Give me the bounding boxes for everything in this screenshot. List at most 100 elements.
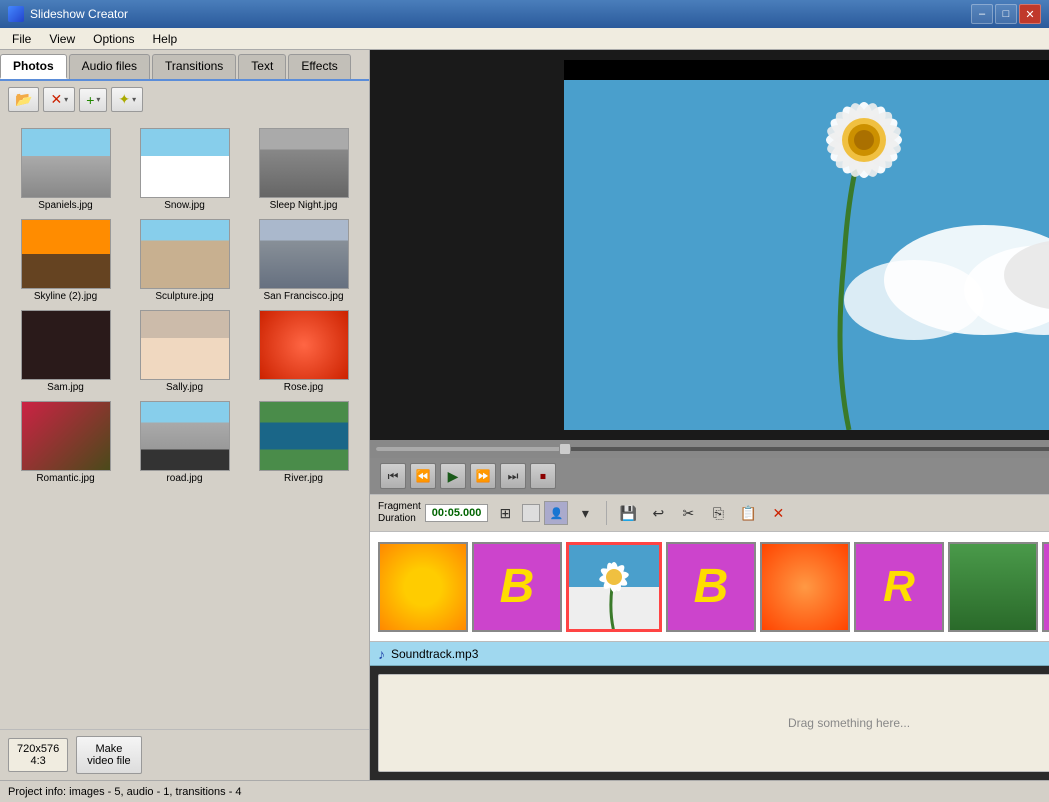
tabs: Photos Audio files Transitions Text Effe…	[0, 50, 369, 81]
photo-thumb	[140, 310, 230, 380]
photo-thumb	[259, 401, 349, 471]
list-item[interactable]: River.jpg	[246, 399, 361, 486]
photo-label: Snow.jpg	[164, 200, 205, 211]
list-item[interactable]: Rose.jpg	[246, 308, 361, 395]
timeline-item-green[interactable]	[948, 542, 1038, 632]
photo-thumb	[21, 401, 111, 471]
tab-audio-files[interactable]: Audio files	[69, 54, 150, 79]
photo-thumb	[259, 310, 349, 380]
maximize-button[interactable]: □	[995, 4, 1017, 24]
app-title: Slideshow Creator	[30, 7, 128, 21]
menu-help[interactable]: Help	[145, 30, 186, 48]
bottom-controls: 720x5764:3 Makevideo file	[0, 729, 369, 780]
photo-label: Sam.jpg	[47, 382, 84, 393]
photo-label: Skyline (2).jpg	[34, 291, 97, 302]
fragment-dropdown[interactable]: ▾	[572, 500, 598, 526]
timeline-item-letter4[interactable]: E	[1042, 542, 1049, 632]
effects-arrow-icon: ▾	[132, 95, 136, 104]
timeline-item-selected[interactable]	[566, 542, 662, 632]
photo-label: Sally.jpg	[166, 382, 203, 393]
list-item[interactable]: Skyline (2).jpg	[8, 217, 123, 304]
timeline-item-letter2[interactable]: B	[666, 542, 756, 632]
timeline-letter: B	[500, 559, 535, 614]
timeline-letter3: R	[883, 562, 915, 612]
photo-grid-container[interactable]: Spaniels.jpg Snow.jpg Sleep Night.jpg Sk…	[0, 118, 369, 729]
tab-effects[interactable]: Effects	[288, 54, 350, 79]
menubar: File View Options Help	[0, 28, 1049, 50]
cut-button[interactable]: ✂	[675, 500, 701, 526]
photo-label: San Francisco.jpg	[263, 291, 343, 302]
timeline-item-letter3[interactable]: R	[854, 542, 944, 632]
list-item[interactable]: Sleep Night.jpg	[246, 126, 361, 213]
rewind-start-button[interactable]: ⏮	[380, 463, 406, 489]
delete-edit-button[interactable]: ✕	[765, 500, 791, 526]
tab-photos[interactable]: Photos	[0, 54, 67, 79]
list-item[interactable]: Sculpture.jpg	[127, 217, 242, 304]
list-item[interactable]: Sam.jpg	[8, 308, 123, 395]
right-content: ⏮ ⏪ ▶ ⏩ ⏭ ⏹ 📷 ⛶ 7.0 s / 33.0 s FragmentD…	[370, 50, 1049, 780]
separator	[606, 501, 607, 525]
list-item[interactable]: road.jpg	[127, 399, 242, 486]
titlebar-controls: – □ ✕	[971, 4, 1041, 24]
resolution-badge: 720x5764:3	[8, 738, 68, 772]
main-container: Photos Audio files Transitions Text Effe…	[0, 50, 1049, 780]
timeline-controls: ⏮ ⏪ ▶ ⏩ ⏭ ⏹ 📷 ⛶ 7.0 s / 33.0 s	[370, 458, 1049, 494]
scrubber-fill	[376, 447, 565, 451]
timeline-item[interactable]	[378, 542, 468, 632]
photo-thumb	[140, 128, 230, 198]
timeline-item-letter[interactable]: B	[472, 542, 562, 632]
titlebar: Slideshow Creator – □ ✕	[0, 0, 1049, 28]
fragment-set-button[interactable]: ⊞	[492, 500, 518, 526]
timeline-letter2: B	[694, 559, 729, 614]
menu-file[interactable]: File	[4, 30, 39, 48]
stop-button[interactable]: ⏹	[530, 463, 556, 489]
list-item[interactable]: Romantic.jpg	[8, 399, 123, 486]
status-text: Project info: images - 5, audio - 1, tra…	[8, 786, 242, 798]
menu-options[interactable]: Options	[85, 30, 142, 48]
photo-thumb	[259, 128, 349, 198]
forward-end-button[interactable]: ⏭	[500, 463, 526, 489]
scrubber-track[interactable]	[376, 447, 1049, 451]
photo-label: road.jpg	[166, 473, 202, 484]
delete-arrow-icon: ▾	[64, 95, 68, 104]
menu-view[interactable]: View	[41, 30, 83, 48]
paste-button[interactable]: 📋	[735, 500, 761, 526]
play-button[interactable]: ▶	[440, 463, 466, 489]
fragment-info: FragmentDuration 00:05.000 ⊞ 👤 ▾	[378, 500, 598, 526]
copy-button[interactable]: ⎘	[705, 500, 731, 526]
preview-frame	[564, 60, 1049, 430]
list-item[interactable]: Sally.jpg	[127, 308, 242, 395]
tab-transitions[interactable]: Transitions	[152, 54, 236, 79]
top-bar	[564, 60, 1049, 80]
add-icon: +	[86, 92, 94, 108]
star-icon: ✦	[118, 91, 130, 108]
drag-text: Drag something here...	[788, 716, 910, 730]
open-button[interactable]: 📂	[8, 87, 39, 112]
drag-area[interactable]: Drag something here...	[378, 674, 1049, 772]
fragment-time[interactable]: 00:05.000	[425, 504, 489, 522]
photo-label: Romantic.jpg	[36, 473, 94, 484]
effects-button[interactable]: ✦ ▾	[111, 87, 143, 112]
preview-svg	[564, 60, 1049, 430]
photo-thumb	[259, 219, 349, 289]
add-button[interactable]: + ▾	[79, 88, 107, 112]
undo-button[interactable]: ↩	[645, 500, 671, 526]
list-item[interactable]: Spaniels.jpg	[8, 126, 123, 213]
close-button[interactable]: ✕	[1019, 4, 1041, 24]
make-video-button[interactable]: Makevideo file	[76, 736, 141, 774]
delete-button[interactable]: ✕ ▾	[43, 87, 75, 112]
tab-text[interactable]: Text	[238, 54, 286, 79]
add-arrow-icon: ▾	[96, 95, 100, 104]
list-item[interactable]: Snow.jpg	[127, 126, 242, 213]
save-button[interactable]: 💾	[615, 500, 641, 526]
fragment-icon[interactable]: 👤	[544, 501, 568, 525]
forward-button[interactable]: ⏩	[470, 463, 496, 489]
scrubber-thumb[interactable]	[559, 443, 571, 455]
timeline-strip[interactable]: B	[370, 532, 1049, 642]
scrubber-bar[interactable]	[370, 440, 1049, 458]
timeline-item-rose[interactable]	[760, 542, 850, 632]
minimize-button[interactable]: –	[971, 4, 993, 24]
rewind-button[interactable]: ⏪	[410, 463, 436, 489]
list-item[interactable]: San Francisco.jpg	[246, 217, 361, 304]
fragment-color[interactable]	[522, 504, 540, 522]
